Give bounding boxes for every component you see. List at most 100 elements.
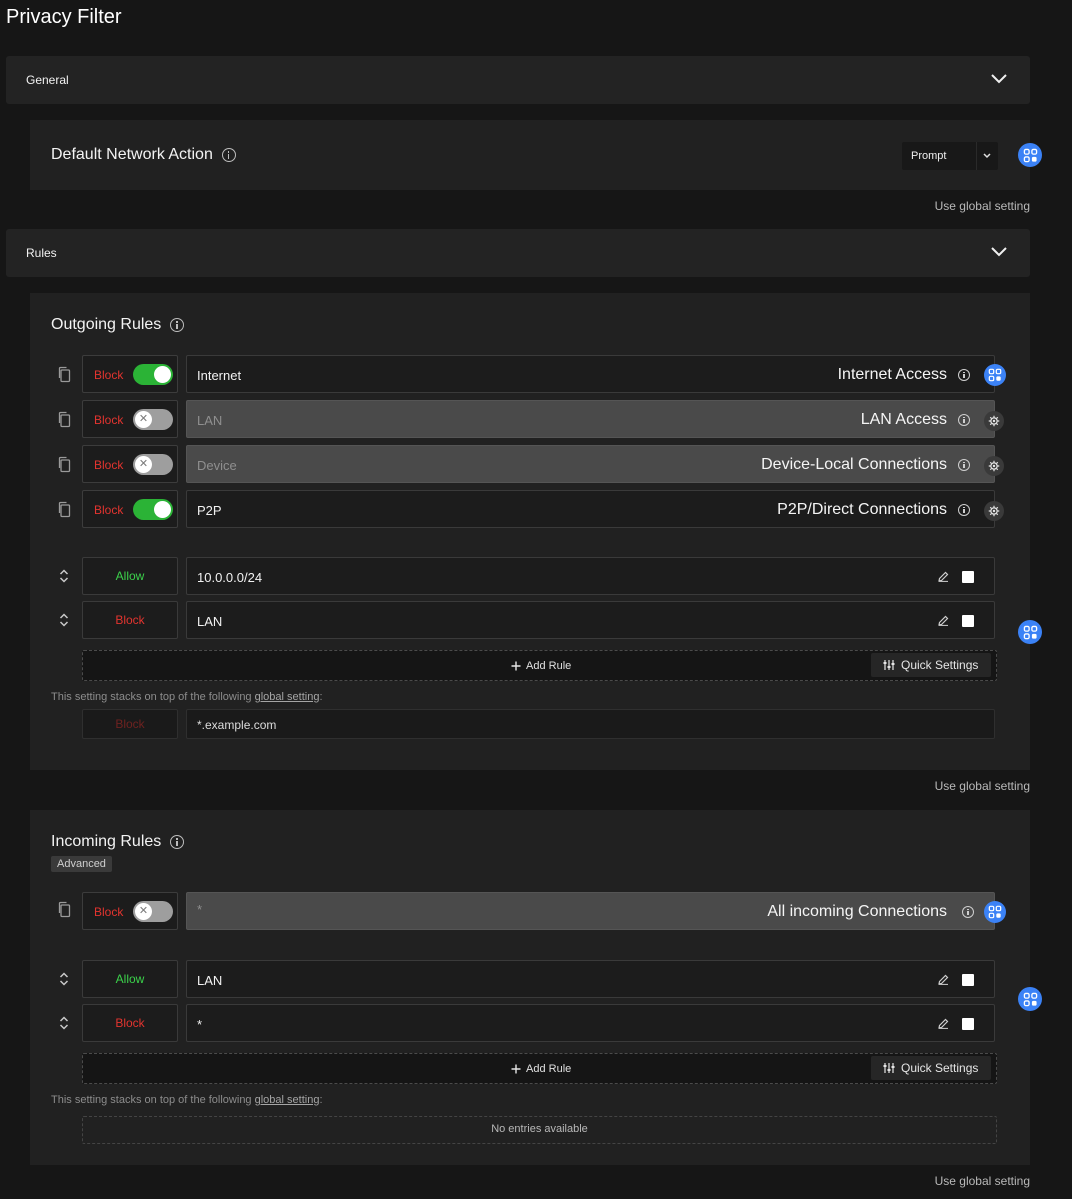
sliders-icon bbox=[883, 659, 895, 671]
info-icon[interactable] bbox=[958, 414, 970, 426]
default-network-action-title: Default Network Action bbox=[51, 146, 213, 163]
scrollbar[interactable] bbox=[1066, 0, 1072, 1199]
sort-handle-icon[interactable] bbox=[59, 568, 69, 584]
copy-icon[interactable] bbox=[57, 366, 71, 383]
sort-handle-icon[interactable] bbox=[59, 971, 69, 987]
quick-rule-field: * All incoming Connections bbox=[186, 892, 1006, 930]
copy-icon[interactable] bbox=[57, 501, 71, 518]
quick-rule-action-label: Block bbox=[94, 368, 124, 382]
default-network-action-card: Default Network Action Prompt bbox=[30, 120, 1042, 190]
quick-rule-name: All incoming Connections bbox=[767, 903, 947, 920]
gear-icon[interactable] bbox=[984, 456, 1004, 476]
entry-checkbox[interactable] bbox=[962, 571, 974, 583]
toggle-knob: ✕ bbox=[135, 903, 152, 920]
stack-note: This setting stacks on top of the follow… bbox=[51, 691, 323, 703]
global-setting-icon[interactable] bbox=[1018, 143, 1042, 167]
plus-icon bbox=[511, 1064, 521, 1074]
global-setting-icon[interactable] bbox=[984, 901, 1006, 923]
info-icon[interactable] bbox=[962, 906, 974, 918]
quick-rule-action: Block ✕ bbox=[82, 400, 178, 438]
chevron-down-icon[interactable] bbox=[990, 245, 1008, 259]
default-action-select-value: Prompt bbox=[911, 150, 947, 162]
section-rules-label: Rules bbox=[26, 246, 57, 260]
quick-rule-toggle[interactable] bbox=[133, 499, 173, 520]
quick-rule-toggle[interactable]: ✕ bbox=[133, 409, 173, 430]
global-entry-verdict: Block bbox=[82, 709, 178, 739]
use-global-setting-link[interactable]: Use global setting bbox=[935, 1174, 1030, 1188]
outgoing-rules-heading: Outgoing Rules bbox=[51, 316, 185, 334]
page-title: Privacy Filter bbox=[6, 6, 122, 28]
add-rule-bar: Add Rule Quick Settings bbox=[82, 650, 997, 681]
rule-entry[interactable]: LAN bbox=[186, 601, 995, 639]
quick-rule-field: Internet Internet Access bbox=[186, 355, 1006, 393]
global-setting-link[interactable]: global setting bbox=[255, 691, 320, 703]
info-icon[interactable] bbox=[958, 504, 970, 516]
quick-rule-toggle[interactable]: ✕ bbox=[133, 454, 173, 475]
entry-checkbox[interactable] bbox=[962, 974, 974, 986]
quick-rule-action: Block ✕ bbox=[82, 445, 178, 483]
section-general-label: General bbox=[26, 73, 69, 87]
stack-note-suffix: : bbox=[319, 691, 323, 703]
quick-rule-action-label: Block bbox=[94, 503, 124, 517]
entry-checkbox[interactable] bbox=[962, 1018, 974, 1030]
rule-entry[interactable]: LAN bbox=[186, 960, 995, 998]
edit-icon[interactable] bbox=[938, 974, 949, 985]
info-icon[interactable] bbox=[958, 459, 970, 471]
add-rule-button[interactable]: Add Rule bbox=[511, 660, 571, 672]
quick-settings-button[interactable]: Quick Settings bbox=[871, 1056, 991, 1080]
add-rule-bar: Add Rule Quick Settings bbox=[82, 1053, 997, 1084]
edit-icon[interactable] bbox=[938, 571, 949, 582]
quick-rule-field: P2P P2P/Direct Connections bbox=[186, 490, 1004, 528]
copy-icon[interactable] bbox=[57, 901, 71, 918]
rule-entry-value: LAN bbox=[197, 973, 223, 988]
gear-icon[interactable] bbox=[984, 411, 1004, 431]
use-global-setting-link[interactable]: Use global setting bbox=[935, 779, 1030, 793]
rule-entry[interactable]: * bbox=[186, 1004, 995, 1042]
incoming-rules-heading: Incoming Rules bbox=[51, 833, 185, 851]
quick-rule-toggle[interactable] bbox=[133, 364, 173, 385]
entry-verdict-button[interactable]: Allow bbox=[82, 960, 178, 998]
section-rules[interactable]: Rules bbox=[6, 229, 1030, 277]
stack-note-suffix: : bbox=[319, 1094, 323, 1106]
info-icon[interactable] bbox=[221, 148, 236, 162]
quick-rule-value: Internet bbox=[197, 368, 242, 383]
global-setting-icon[interactable] bbox=[1018, 987, 1042, 1011]
chevron-down-icon[interactable] bbox=[990, 72, 1008, 86]
info-icon[interactable] bbox=[170, 835, 185, 849]
entry-checkbox[interactable] bbox=[962, 615, 974, 627]
info-icon[interactable] bbox=[958, 369, 970, 381]
quick-rule-action-label: Block bbox=[94, 458, 124, 472]
quick-rule-toggle[interactable]: ✕ bbox=[133, 901, 173, 922]
section-general[interactable]: General bbox=[6, 56, 1030, 104]
entry-verdict-button[interactable]: Allow bbox=[82, 557, 178, 595]
rule-entry-value: * bbox=[197, 1017, 203, 1032]
quick-rule-value: P2P bbox=[197, 503, 222, 518]
rule-entry-value: LAN bbox=[197, 614, 223, 629]
entry-verdict-button[interactable]: Block bbox=[82, 1004, 178, 1042]
copy-icon[interactable] bbox=[57, 411, 71, 428]
quick-rule-value: Device bbox=[197, 458, 237, 473]
entry-verdict-button[interactable]: Block bbox=[82, 601, 178, 639]
global-setting-icon[interactable] bbox=[984, 364, 1006, 386]
quick-rule-action-label: Block bbox=[94, 905, 124, 919]
gear-icon[interactable] bbox=[984, 501, 1004, 521]
incoming-rules-title: Incoming Rules bbox=[51, 833, 162, 850]
quick-settings-label: Quick Settings bbox=[901, 658, 979, 672]
copy-icon[interactable] bbox=[57, 456, 71, 473]
edit-icon[interactable] bbox=[938, 1018, 949, 1029]
quick-rule-value: LAN bbox=[197, 413, 223, 428]
sort-handle-icon[interactable] bbox=[59, 1015, 69, 1031]
global-setting-icon[interactable] bbox=[1018, 620, 1042, 644]
incoming-rules-card: Incoming Rules Advanced Block ✕ * All in… bbox=[30, 810, 1042, 1165]
add-rule-button[interactable]: Add Rule bbox=[511, 1063, 571, 1075]
default-network-action-heading: Default Network Action bbox=[51, 146, 236, 164]
sort-handle-icon[interactable] bbox=[59, 612, 69, 628]
quick-rule-action-label: Block bbox=[94, 413, 124, 427]
default-action-select[interactable]: Prompt bbox=[902, 142, 998, 170]
use-global-setting-link[interactable]: Use global setting bbox=[935, 199, 1030, 213]
global-setting-link[interactable]: global setting bbox=[255, 1094, 320, 1106]
edit-icon[interactable] bbox=[938, 615, 949, 626]
rule-entry[interactable]: 10.0.0.0/24 bbox=[186, 557, 995, 595]
info-icon[interactable] bbox=[170, 318, 185, 332]
quick-settings-button[interactable]: Quick Settings bbox=[871, 653, 991, 677]
